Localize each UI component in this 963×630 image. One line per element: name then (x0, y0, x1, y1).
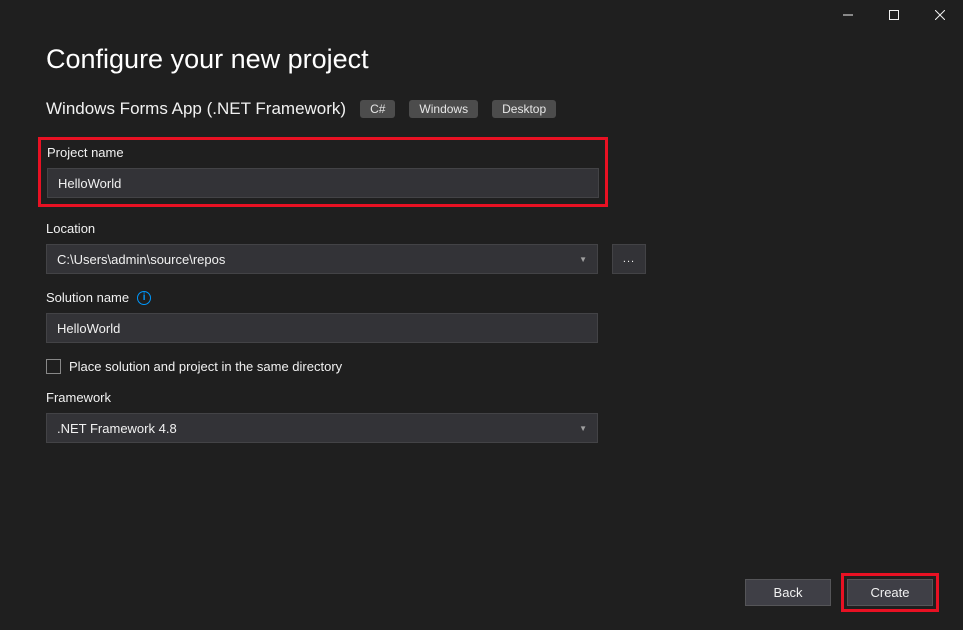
chevron-down-icon: ▼ (579, 424, 587, 433)
minimize-button[interactable] (825, 0, 871, 30)
project-name-input[interactable] (47, 168, 599, 198)
info-icon[interactable]: i (137, 291, 151, 305)
titlebar (0, 0, 963, 30)
framework-dropdown[interactable]: .NET Framework 4.8 ▼ (46, 413, 598, 443)
solution-name-input[interactable] (46, 313, 598, 343)
location-dropdown[interactable]: C:\Users\admin\source\repos ▼ (46, 244, 598, 274)
back-button[interactable]: Back (745, 579, 831, 606)
tag-project-type: Desktop (492, 100, 556, 118)
chevron-down-icon: ▼ (579, 255, 587, 264)
tag-platform: Windows (409, 100, 478, 118)
location-label: Location (46, 221, 917, 236)
create-button-highlight: Create (841, 573, 939, 612)
project-template-name: Windows Forms App (.NET Framework) (46, 99, 346, 119)
framework-label: Framework (46, 390, 917, 405)
maximize-button[interactable] (871, 0, 917, 30)
project-name-label: Project name (47, 145, 599, 160)
same-directory-label: Place solution and project in the same d… (69, 359, 342, 374)
page-title: Configure your new project (46, 44, 917, 75)
tag-language: C# (360, 100, 395, 118)
same-directory-checkbox[interactable] (46, 359, 61, 374)
solution-name-label: Solution name (46, 290, 129, 305)
location-value: C:\Users\admin\source\repos (57, 252, 579, 267)
project-name-highlight: Project name (38, 137, 608, 207)
browse-button[interactable]: ... (612, 244, 646, 274)
create-button[interactable]: Create (847, 579, 933, 606)
close-button[interactable] (917, 0, 963, 30)
framework-value: .NET Framework 4.8 (57, 421, 579, 436)
